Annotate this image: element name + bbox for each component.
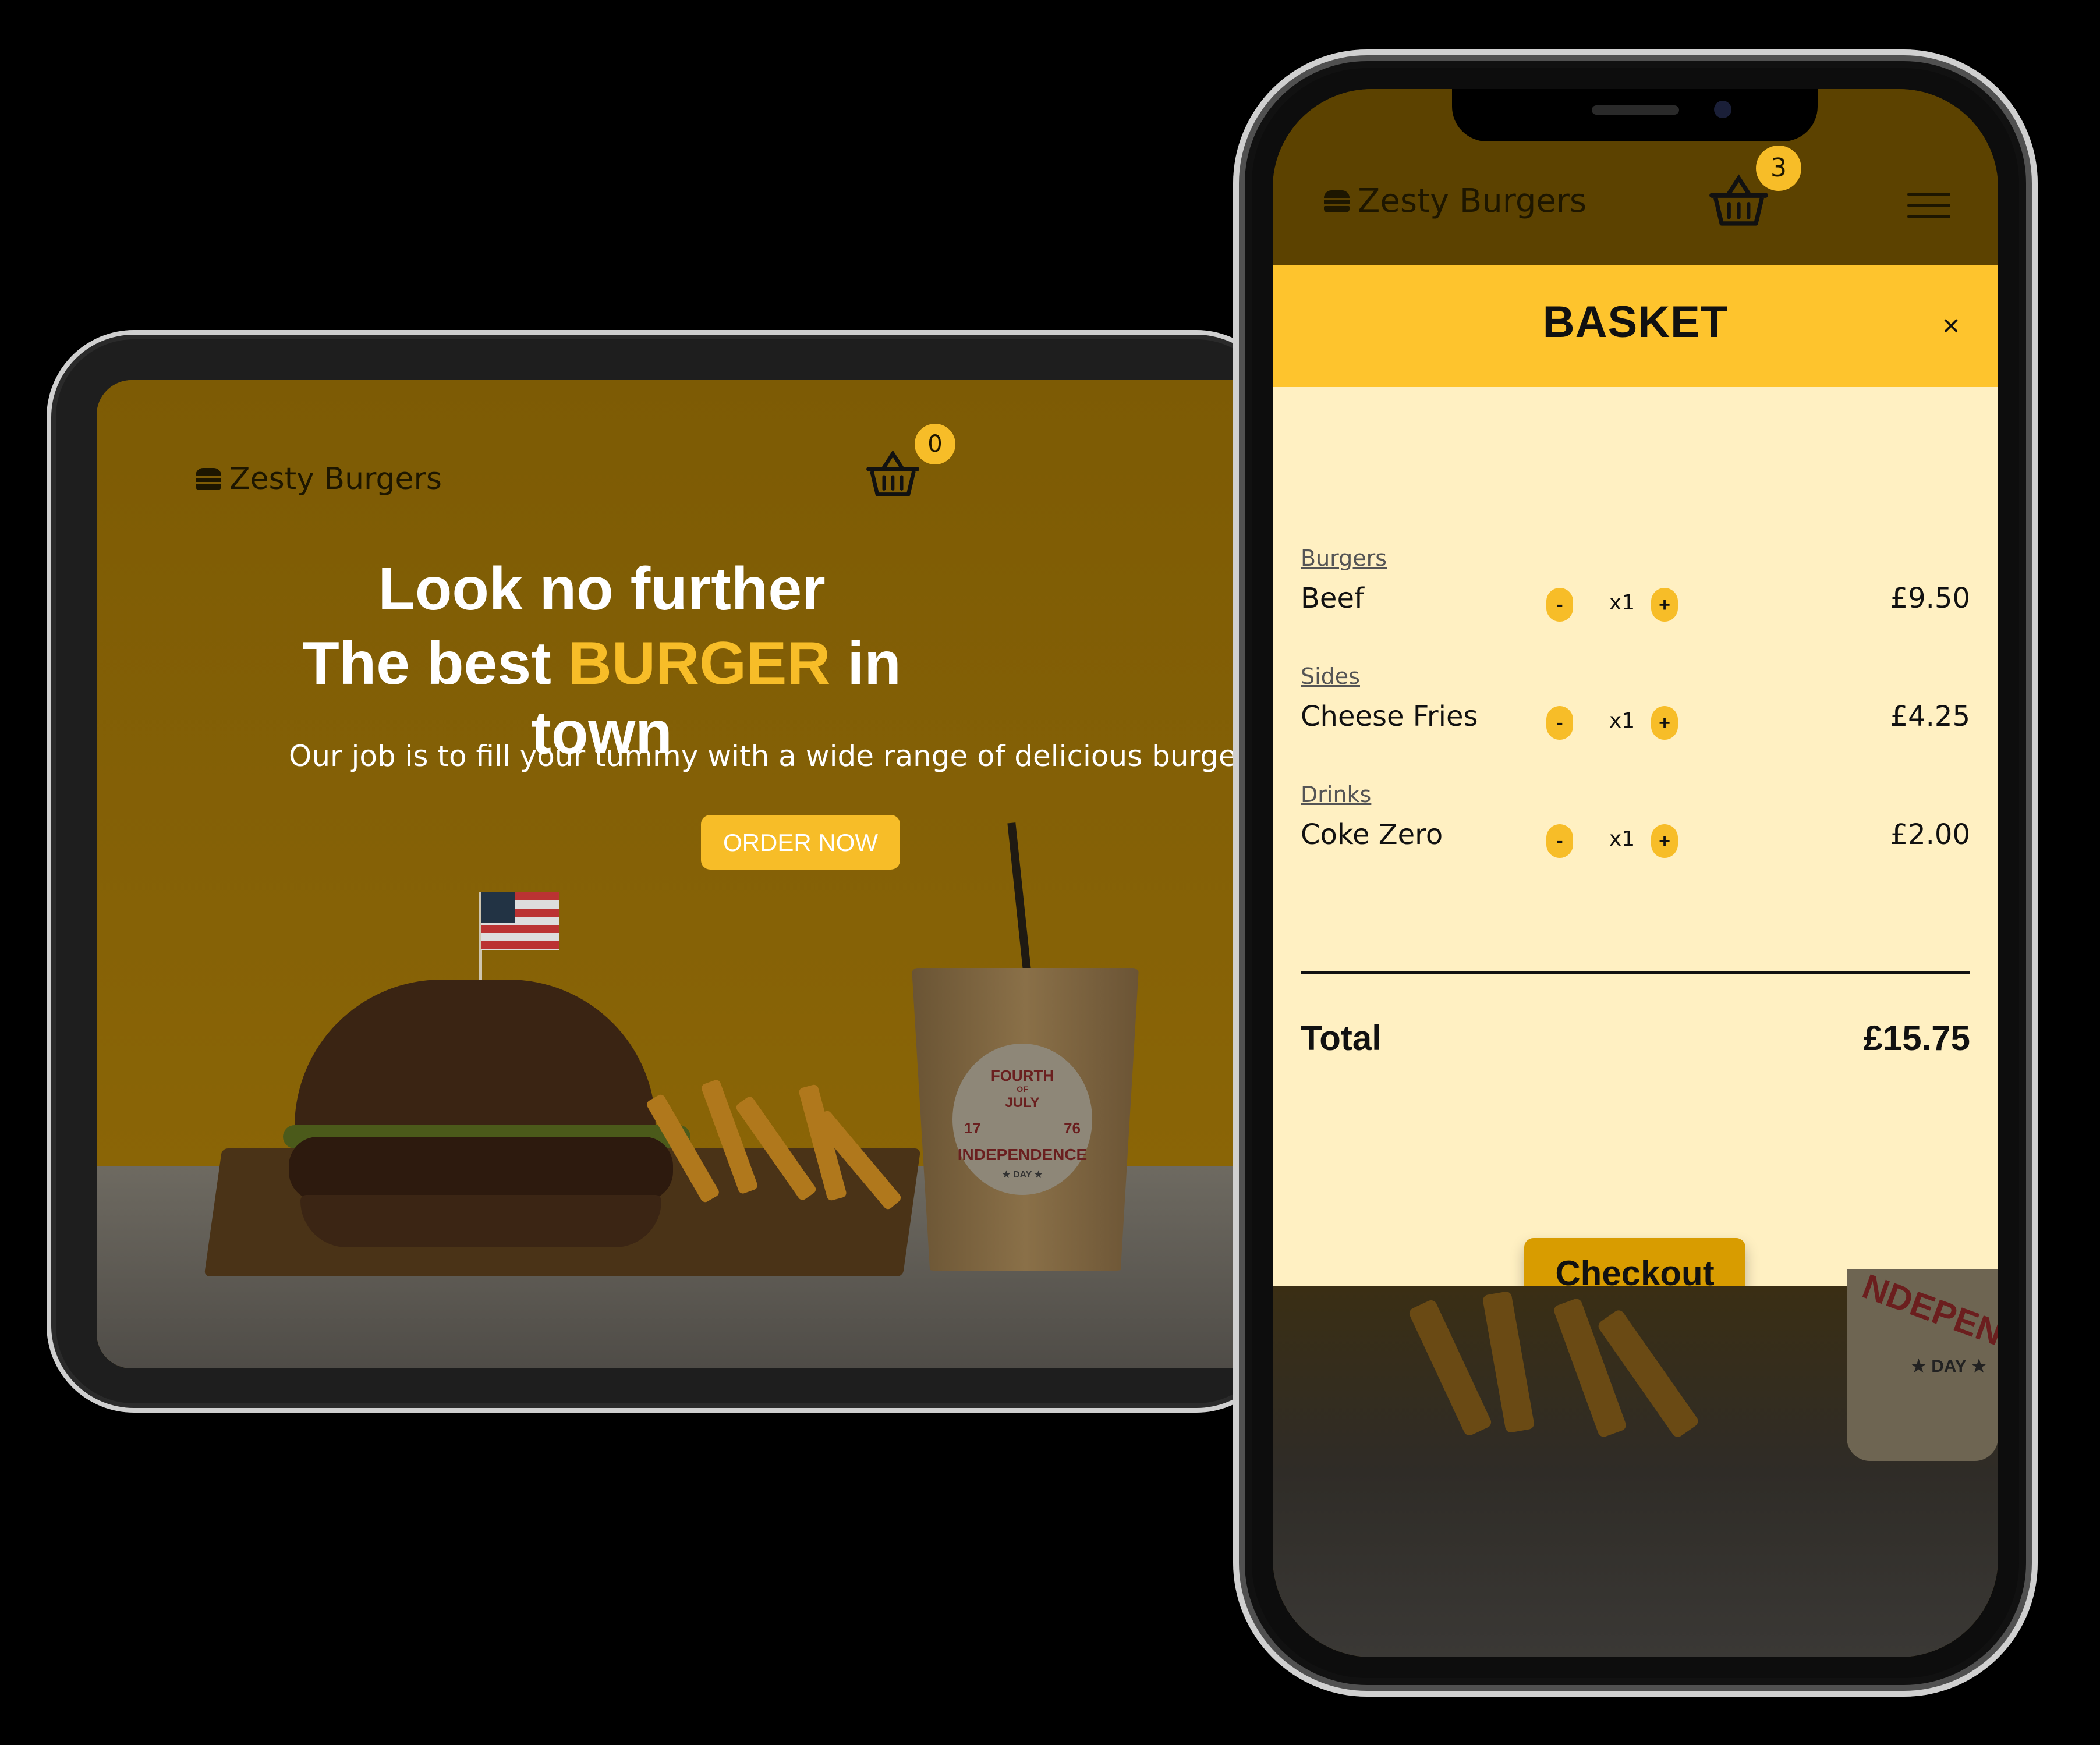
increase-quantity-button[interactable]: + (1651, 824, 1678, 858)
basket-title: BASKET (1542, 297, 1729, 347)
cup-text-year-right: 76 (1064, 1119, 1081, 1137)
increase-quantity-button[interactable]: + (1651, 588, 1678, 622)
close-icon[interactable]: × (1933, 308, 1968, 343)
us-flag-image (481, 892, 559, 950)
brand-logo[interactable]: Zesty Burgers (196, 462, 442, 496)
item-quantity: x1 (1609, 709, 1635, 733)
cup-text-july: JULY (1005, 1095, 1040, 1111)
burger-patty (289, 1137, 673, 1201)
hamburger-menu-icon[interactable] (1907, 193, 1950, 218)
cup-text-fourth: FOURTH (990, 1067, 1054, 1084)
phone-screen: Zesty Burgers 3 BASKET × Burgers Beef - (1273, 89, 1998, 1657)
category-link-burgers[interactable]: Burgers (1301, 545, 1387, 571)
basket-header-bar: BASKET × (1273, 265, 1998, 387)
hero-title-highlight: BURGER (568, 630, 831, 697)
phone-brand-name: Zesty Burgers (1358, 182, 1587, 220)
phone-device: Zesty Burgers 3 BASKET × Burgers Beef - (1233, 49, 2038, 1697)
burger-icon (196, 468, 221, 490)
phone-brand-logo[interactable]: Zesty Burgers (1324, 182, 1586, 220)
cup-text-day: ★ DAY ★ (1002, 1170, 1043, 1180)
order-now-button[interactable]: ORDER NOW (701, 815, 900, 870)
hero-title-line1: Look no further (378, 555, 826, 623)
decrease-quantity-button[interactable]: - (1546, 588, 1573, 622)
background-cup: NDEPENDE ★ DAY ★ (1847, 1267, 1998, 1461)
background-cup-text: NDEPENDE (1857, 1267, 1998, 1370)
total-divider (1301, 971, 1970, 974)
hero-title-pre: The best (302, 630, 568, 697)
phone-background-photo: NDEPENDE ★ DAY ★ (1273, 1267, 1998, 1657)
item-price: £4.25 (1890, 700, 1970, 733)
total-label: Total (1301, 1019, 1382, 1058)
burger-icon (1324, 190, 1350, 212)
category-link-sides[interactable]: Sides (1301, 664, 1360, 689)
category-link-drinks[interactable]: Drinks (1301, 782, 1371, 807)
background-cup-day: ★ DAY ★ (1911, 1357, 1987, 1376)
total-value: £15.75 (1863, 1019, 1970, 1058)
front-camera (1714, 101, 1731, 118)
hero-subtitle: Our job is to fill your tummy with a wid… (289, 739, 1273, 773)
decrease-quantity-button[interactable]: - (1546, 706, 1573, 740)
speaker-grille (1592, 105, 1679, 115)
item-quantity: x1 (1609, 591, 1635, 615)
basket-icon[interactable] (865, 447, 920, 499)
tablet-device: FOURTH OF JULY 17 76 INDEPENDENCE ★ DAY … (47, 330, 1284, 1413)
item-name: Beef (1301, 582, 1364, 615)
basket-count-badge: 0 (915, 424, 955, 464)
cup-label: FOURTH OF JULY 17 76 INDEPENDENCE ★ DAY … (952, 1044, 1092, 1195)
burger-bun-bottom (300, 1195, 661, 1247)
decrease-quantity-button[interactable]: - (1546, 824, 1573, 858)
fries-image (645, 1067, 906, 1218)
tablet-screen: FOURTH OF JULY 17 76 INDEPENDENCE ★ DAY … (97, 380, 1284, 1368)
increase-quantity-button[interactable]: + (1651, 706, 1678, 740)
cup-text-of: OF (1017, 1084, 1028, 1094)
item-name: Coke Zero (1301, 818, 1443, 851)
phone-basket-count-badge: 3 (1756, 146, 1801, 191)
item-name: Cheese Fries (1301, 700, 1478, 733)
item-quantity: x1 (1609, 827, 1635, 851)
item-price: £9.50 (1890, 582, 1970, 615)
item-price: £2.00 (1890, 818, 1970, 851)
phone-notch (1452, 89, 1818, 141)
brand-name: Zesty Burgers (229, 462, 442, 496)
basket-panel: BASKET × Burgers Beef - x1 + £9.50 Sides… (1273, 265, 1998, 1308)
cup-text-independence: INDEPENDENCE (957, 1145, 1088, 1164)
